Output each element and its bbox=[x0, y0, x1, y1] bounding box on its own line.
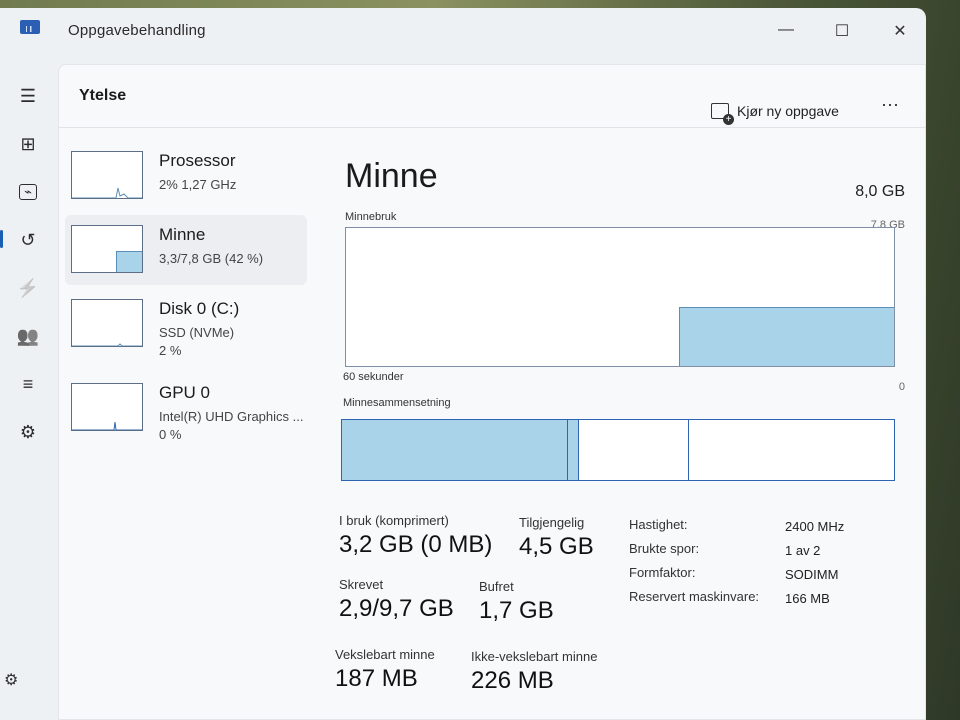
paged-pool-value: 187 MB bbox=[335, 665, 418, 692]
form-factor-value: SODIMM bbox=[785, 567, 839, 582]
startup-apps-icon: ⚡ bbox=[16, 277, 40, 298]
processes-icon: ⊞ bbox=[20, 133, 36, 154]
composition-label: Minnesammensetning bbox=[343, 397, 451, 409]
device-item-disk[interactable]: Disk 0 (C:) SSD (NVMe) 2 % bbox=[65, 289, 307, 359]
header-divider bbox=[59, 127, 925, 128]
nav-details[interactable]: ≡ bbox=[8, 366, 48, 402]
more-options-button[interactable]: ⋯ bbox=[881, 95, 900, 116]
disk-thumbnail bbox=[71, 299, 143, 347]
memory-composition-bar bbox=[341, 419, 895, 481]
in-use-label: I bruk (komprimert) bbox=[339, 513, 449, 528]
device-item-gpu[interactable]: GPU 0 Intel(R) UHD Graphics ... 0 % bbox=[65, 373, 307, 443]
users-icon: 👥 bbox=[16, 325, 40, 346]
nav-users[interactable]: 👥 bbox=[8, 318, 48, 354]
composition-in-use[interactable] bbox=[342, 420, 568, 480]
available-label: Tilgjengelig bbox=[519, 515, 585, 530]
nav-hamburger-button[interactable]: ☰ bbox=[8, 78, 48, 114]
maximize-button[interactable]: ☐ bbox=[832, 22, 852, 42]
usage-axis-min: 0 bbox=[898, 381, 905, 393]
hamburger-icon: ☰ bbox=[19, 85, 37, 106]
hardware-reserved-label: Reservert maskinvare: bbox=[629, 589, 760, 604]
nav-performance[interactable]: ⌁ bbox=[8, 174, 48, 210]
device-item-memory[interactable]: Minne 3,3/7,8 GB (42 %) bbox=[65, 215, 307, 285]
nav-app-history[interactable]: ↺ bbox=[8, 222, 48, 258]
composition-modified[interactable] bbox=[568, 420, 579, 480]
run-task-icon bbox=[711, 103, 734, 125]
services-icon: ⚙ bbox=[19, 421, 37, 442]
memory-thumbnail-fill bbox=[116, 251, 142, 272]
memory-thumbnail bbox=[71, 225, 143, 273]
slots-used-label: Brukte spor: bbox=[629, 541, 700, 556]
cached-label: Bufret bbox=[479, 579, 514, 594]
task-manager-window: Oppgavebehandling — ☐ ✕ ☰ ⊞ ⌁ ↺ ⚡ 👥 ≡ ⚙ … bbox=[0, 8, 926, 720]
non-paged-pool-label: Ikke-vekslebart minne bbox=[471, 649, 598, 664]
title-bar[interactable]: Oppgavebehandling — ☐ ✕ bbox=[0, 8, 926, 56]
device-name: Minne bbox=[159, 225, 206, 244]
app-history-icon: ↺ bbox=[20, 229, 36, 250]
nav-startup-apps[interactable]: ⚡ bbox=[8, 270, 48, 306]
non-paged-pool-value: 226 MB bbox=[471, 667, 554, 694]
memory-usage-fill bbox=[679, 307, 894, 366]
device-name: GPU 0 bbox=[159, 383, 211, 402]
minimize-button[interactable]: — bbox=[776, 20, 796, 40]
nav-services[interactable]: ⚙ bbox=[8, 414, 48, 450]
device-utilization: 2 % bbox=[159, 343, 182, 358]
close-button[interactable]: ✕ bbox=[890, 22, 910, 42]
available-value: 4,5 GB bbox=[519, 533, 594, 560]
task-manager-icon bbox=[20, 20, 40, 34]
form-factor-label: Formfaktor: bbox=[629, 565, 696, 580]
in-use-value: 3,2 GB (0 MB) bbox=[339, 531, 493, 558]
gpu-thumbnail bbox=[71, 383, 143, 431]
committed-value: 2,9/9,7 GB bbox=[339, 595, 454, 622]
device-detail: 3,3/7,8 GB (42 %) bbox=[159, 251, 264, 266]
cached-value: 1,7 GB bbox=[479, 597, 554, 624]
paged-pool-label: Vekslebart minne bbox=[335, 647, 435, 662]
device-detail: 2% 1,27 GHz bbox=[159, 177, 237, 192]
run-new-task-button[interactable]: Kjør ny oppgave bbox=[711, 99, 839, 125]
speed-value: 2400 MHz bbox=[785, 519, 845, 534]
nav-active-indicator bbox=[0, 230, 3, 248]
device-item-processor[interactable]: Prosessor 2% 1,27 GHz bbox=[65, 141, 307, 211]
device-utilization: 0 % bbox=[159, 427, 182, 442]
time-axis-label: 60 sekunder bbox=[343, 371, 404, 383]
page-title: Ytelse bbox=[79, 87, 127, 104]
hardware-reserved-value: 166 MB bbox=[785, 591, 830, 606]
device-detail: SSD (NVMe) bbox=[159, 325, 235, 340]
memory-title: Minne bbox=[345, 157, 438, 195]
device-name: Disk 0 (C:) bbox=[159, 299, 240, 318]
device-detail: Intel(R) UHD Graphics ... bbox=[159, 409, 304, 424]
committed-label: Skrevet bbox=[339, 577, 384, 592]
run-new-task-label: Kjør ny oppgave bbox=[737, 103, 839, 119]
processor-thumbnail bbox=[71, 151, 143, 199]
settings-icon: ⚙ bbox=[4, 672, 19, 689]
nav-rail: ☰ ⊞ ⌁ ↺ ⚡ 👥 ≡ ⚙ bbox=[0, 56, 56, 720]
speed-label: Hastighet: bbox=[629, 517, 688, 532]
memory-usage-chart bbox=[345, 227, 895, 367]
settings-button[interactable]: ⚙ bbox=[4, 670, 24, 690]
performance-icon: ⌁ bbox=[19, 184, 37, 200]
device-name: Prosessor bbox=[159, 151, 236, 170]
window-title: Oppgavebehandling bbox=[68, 22, 206, 39]
details-icon: ≡ bbox=[22, 373, 34, 394]
slots-used-value: 1 av 2 bbox=[785, 543, 821, 558]
nav-processes[interactable]: ⊞ bbox=[8, 126, 48, 162]
usage-chart-label: Minnebruk bbox=[345, 211, 397, 223]
composition-standby[interactable] bbox=[579, 420, 689, 480]
content-area: Ytelse Kjør ny oppgave ⋯ Prosessor 2% 1,… bbox=[58, 64, 926, 720]
memory-total: 8,0 GB bbox=[855, 183, 905, 200]
